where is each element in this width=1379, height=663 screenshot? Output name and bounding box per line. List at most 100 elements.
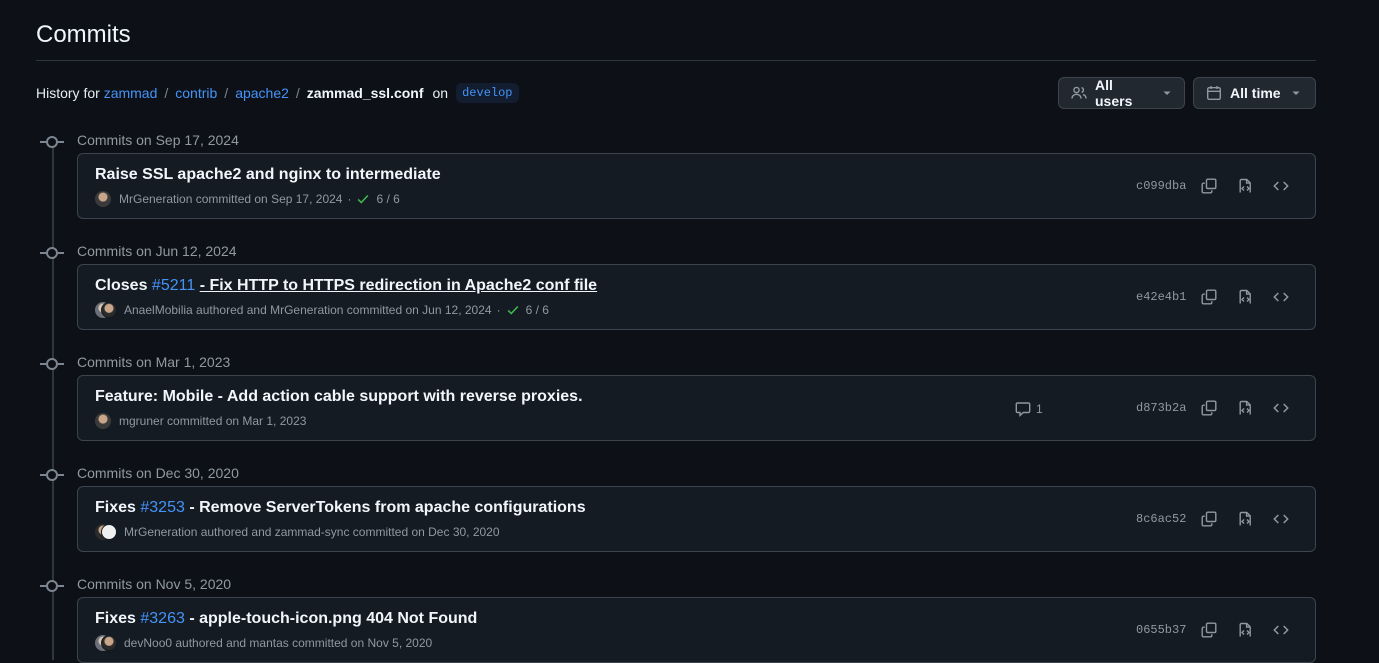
commit-meta: MrGeneration authored and zammad-sync co… <box>95 524 500 540</box>
commit-date-heading: Commits on Sep 17, 2024 <box>77 132 239 148</box>
breadcrumb-link-contrib[interactable]: contrib <box>175 85 217 101</box>
avatar[interactable] <box>95 413 111 429</box>
checks-count[interactable]: 6 / 6 <box>526 302 549 318</box>
meta-separator: · <box>496 303 501 317</box>
commit-meta: devNoo0 authored and mantas committed on… <box>95 635 432 651</box>
page-title: Commits <box>36 21 131 48</box>
commit-dot-icon <box>40 580 64 592</box>
commit-meta: AnaelMobilia authored and MrGeneration c… <box>95 302 549 318</box>
commit-sha[interactable]: d873b2a <box>1136 400 1186 416</box>
breadcrumb-link-repo[interactable]: zammad <box>104 85 158 101</box>
view-file-at-commit-button[interactable] <box>1234 508 1256 530</box>
commit-message[interactable]: Fixes #3263 - apple-touch-icon.png 404 N… <box>95 608 477 630</box>
commit-row: Raise SSL apache2 and nginx to intermedi… <box>77 153 1316 219</box>
avatar[interactable] <box>95 191 111 207</box>
checks-count[interactable]: 6 / 6 <box>376 191 399 207</box>
file-code-icon <box>1239 622 1251 637</box>
caret-down-icon <box>1292 91 1300 95</box>
commit-dot-icon <box>40 358 64 370</box>
breadcrumb-separator: / <box>295 85 300 101</box>
time-filter-button[interactable]: All time <box>1193 77 1316 109</box>
browse-repo-at-commit-button[interactable] <box>1270 286 1292 308</box>
commit-date-heading: Commits on Jun 12, 2024 <box>77 243 237 259</box>
commit-row: Fixes #3263 - apple-touch-icon.png 404 N… <box>77 597 1316 663</box>
issue-link[interactable]: #3263 <box>140 610 185 627</box>
commit-author-text: MrGeneration authored and zammad-sync co… <box>124 525 500 539</box>
commit-date-heading: Commits on Dec 30, 2020 <box>77 465 239 481</box>
commit-message[interactable]: Raise SSL apache2 and nginx to intermedi… <box>95 164 441 186</box>
comment-icon <box>1015 402 1031 417</box>
avatar[interactable] <box>95 524 117 540</box>
copy-icon <box>1201 511 1217 527</box>
calendar-icon <box>1207 86 1222 101</box>
copy-sha-button[interactable] <box>1198 508 1220 530</box>
time-filter-label: All time <box>1230 85 1281 101</box>
copy-icon <box>1201 400 1217 416</box>
commit-date-heading: Commits on Mar 1, 2023 <box>77 354 231 370</box>
copy-icon <box>1201 178 1217 194</box>
commit-sha[interactable]: 0655b37 <box>1136 622 1186 638</box>
commit-message[interactable]: Closes #5211 - Fix HTTP to HTTPS redirec… <box>95 275 597 297</box>
avatar[interactable] <box>95 302 117 318</box>
issue-link[interactable]: #5211 <box>152 277 195 294</box>
commit-message[interactable]: Fixes #3253 - Remove ServerTokens from a… <box>95 497 586 519</box>
comments-link[interactable]: 1 <box>1015 401 1043 417</box>
commit-dot-icon <box>40 136 64 148</box>
commit-row: Fixes #3253 - Remove ServerTokens from a… <box>77 486 1316 552</box>
issue-link[interactable]: #3253 <box>140 499 185 516</box>
code-icon <box>1273 625 1289 635</box>
people-icon <box>1071 86 1087 99</box>
commit-dot-icon <box>40 469 64 481</box>
code-icon <box>1273 403 1289 413</box>
commit-meta: MrGeneration committed on Sep 17, 2024 ·… <box>95 191 400 207</box>
commit-dot-icon <box>40 247 64 259</box>
title-divider <box>36 60 1316 61</box>
file-code-icon <box>1239 178 1251 193</box>
copy-sha-button[interactable] <box>1198 286 1220 308</box>
view-file-at-commit-button[interactable] <box>1234 397 1256 419</box>
view-file-at-commit-button[interactable] <box>1234 286 1256 308</box>
code-icon <box>1273 181 1289 191</box>
browse-repo-at-commit-button[interactable] <box>1270 397 1292 419</box>
browse-repo-at-commit-button[interactable] <box>1270 619 1292 641</box>
commit-author-text: mgruner committed on Mar 1, 2023 <box>119 414 307 428</box>
avatar[interactable] <box>95 635 117 651</box>
check-icon[interactable] <box>506 303 520 317</box>
view-file-at-commit-button[interactable] <box>1234 619 1256 641</box>
file-code-icon <box>1239 400 1251 415</box>
history-prefix: History for <box>36 85 100 101</box>
commit-sha[interactable]: c099dba <box>1136 178 1186 194</box>
commit-sha[interactable]: e42e4b1 <box>1136 289 1186 305</box>
commit-row: Closes #5211 - Fix HTTP to HTTPS redirec… <box>77 264 1316 330</box>
users-filter-button[interactable]: All users <box>1058 77 1185 109</box>
caret-down-icon <box>1163 91 1171 95</box>
code-icon <box>1273 292 1289 302</box>
copy-sha-button[interactable] <box>1198 619 1220 641</box>
commit-sha[interactable]: 8c6ac52 <box>1136 511 1186 527</box>
breadcrumb-file: zammad_ssl.conf <box>306 85 424 101</box>
commit-author-text: AnaelMobilia authored and MrGeneration c… <box>124 303 492 317</box>
file-code-icon <box>1239 289 1251 304</box>
copy-sha-button[interactable] <box>1198 397 1220 419</box>
copy-icon <box>1201 622 1217 638</box>
copy-icon <box>1201 289 1217 305</box>
branch-badge[interactable]: develop <box>456 83 519 103</box>
copy-sha-button[interactable] <box>1198 175 1220 197</box>
comments-count: 1 <box>1036 402 1043 416</box>
commit-row: Feature: Mobile - Add action cable suppo… <box>77 375 1316 441</box>
code-icon <box>1273 514 1289 524</box>
breadcrumb-separator: / <box>164 85 169 101</box>
users-filter-label: All users <box>1095 77 1133 109</box>
file-code-icon <box>1239 511 1251 526</box>
meta-separator: · <box>347 192 352 206</box>
browse-repo-at-commit-button[interactable] <box>1270 175 1292 197</box>
history-breadcrumb: History for zammad / contrib / apache2 /… <box>36 82 519 104</box>
check-icon[interactable] <box>356 192 370 206</box>
view-file-at-commit-button[interactable] <box>1234 175 1256 197</box>
commit-meta: mgruner committed on Mar 1, 2023 <box>95 413 306 429</box>
commit-date-heading: Commits on Nov 5, 2020 <box>77 576 232 592</box>
commit-author-text: MrGeneration committed on Sep 17, 2024 <box>119 192 343 206</box>
browse-repo-at-commit-button[interactable] <box>1270 508 1292 530</box>
breadcrumb-link-apache2[interactable]: apache2 <box>235 85 289 101</box>
commit-message[interactable]: Feature: Mobile - Add action cable suppo… <box>95 386 583 408</box>
